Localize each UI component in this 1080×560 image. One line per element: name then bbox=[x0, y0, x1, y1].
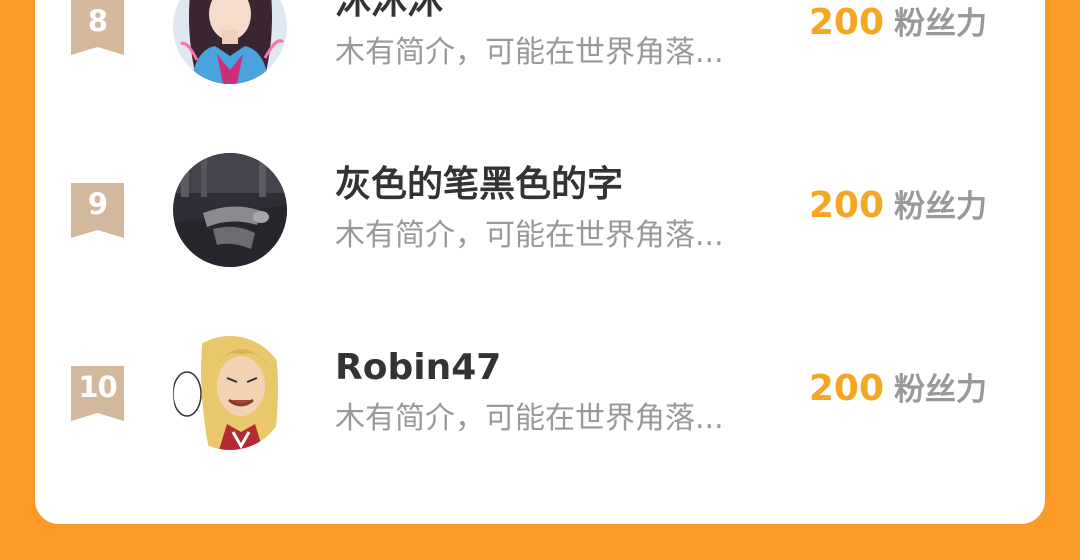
ranking-row[interactable]: 9 灰色的笔黑色的字 木有简介，可能在世界角落... 200 粉丝力 bbox=[35, 143, 1045, 273]
ranking-row[interactable]: 8 沐沐沐 木有简介，可能在世界角落... 200 粉丝力 bbox=[35, 0, 1045, 90]
fans-power: 200 粉丝力 bbox=[809, 1, 987, 51]
rank-ribbon-icon: 10 bbox=[71, 366, 124, 421]
user-bio: 木有简介，可能在世界角落... bbox=[335, 35, 724, 70]
fans-count: 200 bbox=[808, 185, 884, 226]
leaderboard-page: 8 沐沐沐 木有简介，可能在世界角落... 200 粉丝力 9 灰色的笔黑色的字… bbox=[0, 0, 1080, 560]
fans-count: 200 bbox=[808, 368, 884, 409]
fans-power: 200 粉丝力 bbox=[809, 184, 987, 234]
rank-number: 10 bbox=[78, 370, 117, 404]
rank-ribbon-icon: 8 bbox=[71, 0, 124, 55]
rank-ribbon-icon: 9 bbox=[71, 183, 124, 238]
ranking-row[interactable]: 10 Robin47 木有简介，可能在世界角落... 200 粉丝力 bbox=[35, 326, 1045, 456]
fans-power: 200 粉丝力 bbox=[809, 367, 987, 417]
user-bio: 木有简介，可能在世界角落... bbox=[335, 218, 724, 253]
user-bio: 木有简介，可能在世界角落... bbox=[335, 401, 724, 436]
photo-avatar[interactable] bbox=[173, 153, 287, 267]
manga-avatar[interactable] bbox=[173, 336, 287, 450]
fans-label: 粉丝力 bbox=[894, 372, 987, 408]
fans-label: 粉丝力 bbox=[894, 6, 987, 42]
user-name: 灰色的笔黑色的字 bbox=[335, 164, 624, 205]
user-name: Robin47 bbox=[335, 347, 502, 388]
fans-count: 200 bbox=[808, 2, 884, 43]
user-name: 沐沐沐 bbox=[335, 0, 444, 22]
anime-girl-avatar[interactable] bbox=[173, 0, 287, 84]
rank-number: 8 bbox=[87, 4, 108, 38]
rank-number: 9 bbox=[87, 187, 108, 221]
fans-label: 粉丝力 bbox=[894, 189, 987, 225]
ranking-card: 8 沐沐沐 木有简介，可能在世界角落... 200 粉丝力 9 灰色的笔黑色的字… bbox=[35, 0, 1045, 524]
